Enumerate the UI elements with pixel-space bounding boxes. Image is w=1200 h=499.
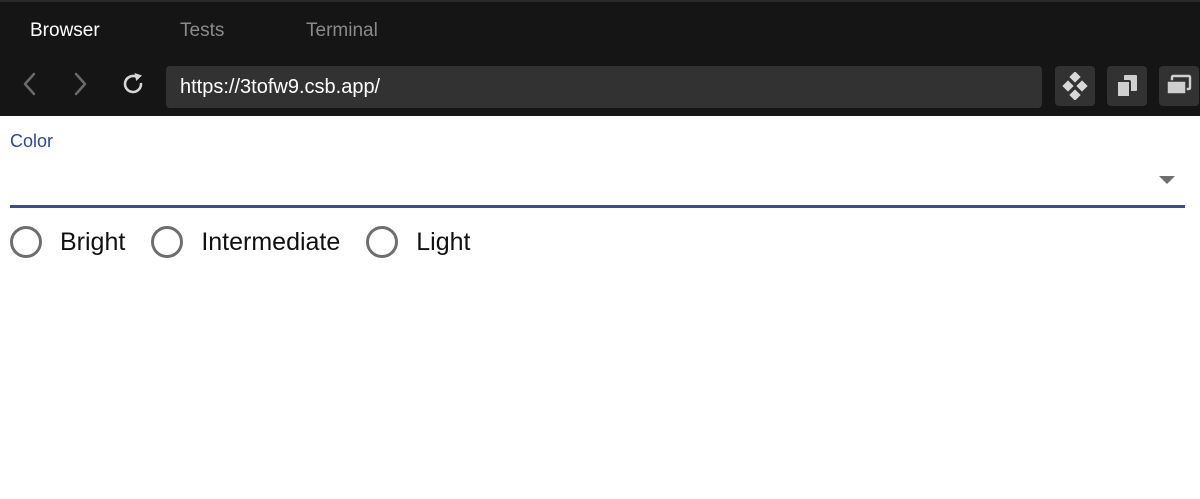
tab-terminal[interactable]: Terminal <box>306 20 378 42</box>
radio-circle-icon[interactable] <box>151 226 184 258</box>
radio-option-bright[interactable]: Bright <box>10 226 125 258</box>
navigation-bar <box>0 58 1200 116</box>
tab-tests[interactable]: Tests <box>180 20 224 42</box>
forward-button[interactable] <box>62 64 98 104</box>
radio-option-intermediate[interactable]: Intermediate <box>151 226 340 258</box>
back-button[interactable] <box>12 64 48 104</box>
color-radio-group: Bright Intermediate Light <box>10 225 497 259</box>
chevron-right-icon <box>74 72 87 96</box>
radio-label-light: Light <box>416 227 471 256</box>
open-window-button[interactable] <box>1159 66 1199 106</box>
browser-chrome: Browser Tests Terminal <box>0 0 1200 116</box>
copy-icon <box>1116 75 1137 98</box>
devtools-button[interactable] <box>1055 66 1095 106</box>
color-select-label: Color <box>10 131 54 151</box>
chevron-left-icon <box>23 72 36 96</box>
reload-button[interactable] <box>116 64 152 104</box>
dropdown-arrow-icon[interactable] <box>1159 176 1175 184</box>
page-content: Color Bright Intermediate Light <box>0 116 1200 499</box>
url-input[interactable] <box>166 66 1042 108</box>
radio-circle-icon[interactable] <box>10 226 42 258</box>
radio-circle-icon[interactable] <box>366 226 399 258</box>
radio-label-intermediate: Intermediate <box>201 227 341 256</box>
windows-icon <box>1166 74 1192 95</box>
copy-button[interactable] <box>1107 66 1147 106</box>
color-select[interactable] <box>10 156 1185 208</box>
reload-icon <box>123 73 143 94</box>
component-diamond-icon <box>1062 72 1088 100</box>
tab-bar: Browser Tests Terminal <box>0 2 1200 58</box>
radio-label-bright: Bright <box>60 227 126 256</box>
tab-browser[interactable]: Browser <box>30 20 100 42</box>
radio-option-light[interactable]: Light <box>366 226 471 258</box>
